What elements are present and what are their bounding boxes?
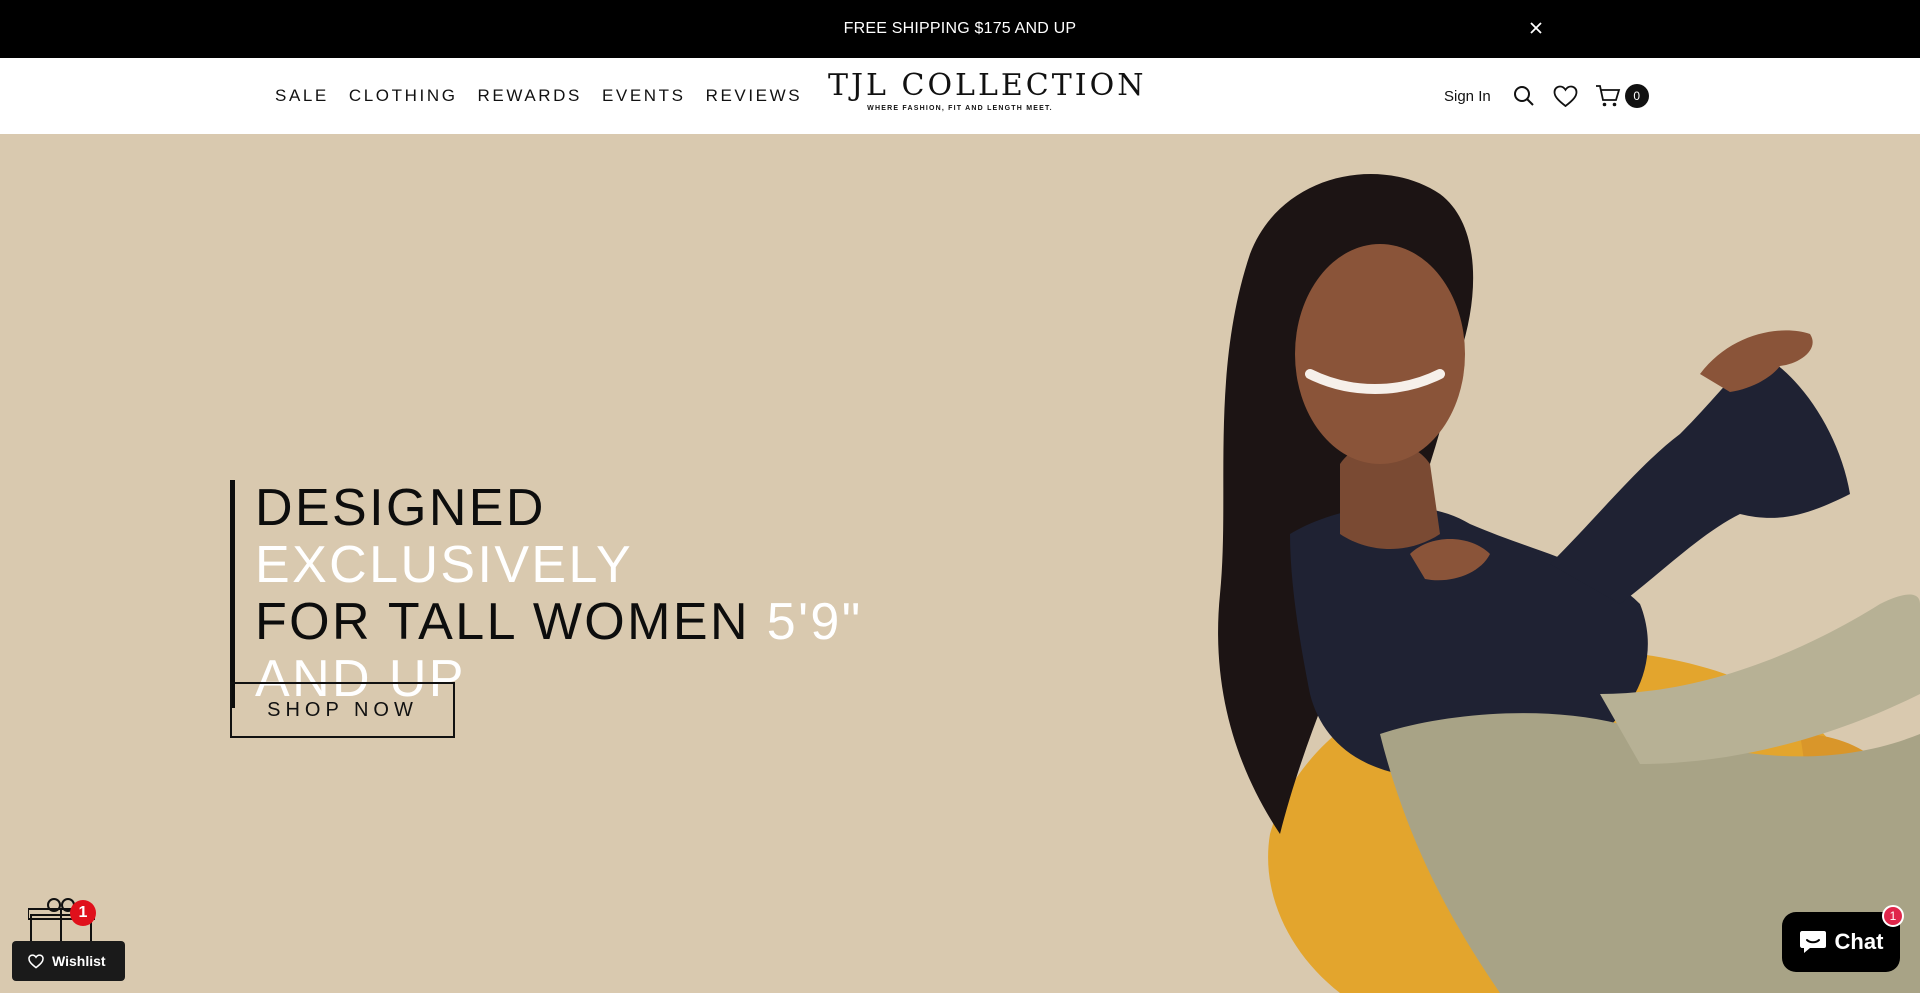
nav-item-clothing[interactable]: CLOTHING bbox=[349, 86, 458, 106]
shop-now-button[interactable]: SHOP NOW bbox=[230, 682, 455, 738]
close-icon[interactable] bbox=[1526, 18, 1546, 38]
announcement-text: FREE SHIPPING $175 AND UP bbox=[843, 20, 1077, 37]
nav-item-rewards[interactable]: REWARDS bbox=[478, 86, 582, 106]
headline-part: FOR TALL WOMEN bbox=[255, 593, 767, 651]
hero-banner: DESIGNED EXCLUSIVELY FOR TALL WOMEN 5'9"… bbox=[0, 134, 1920, 993]
logo-wordmark: TJL COLLECTION bbox=[828, 68, 1147, 103]
nav-item-sale[interactable]: SALE bbox=[275, 86, 329, 106]
wishlist-button[interactable]: Wishlist bbox=[12, 941, 125, 981]
header-actions: Sign In 0 bbox=[1444, 58, 1649, 134]
chat-bubble-icon bbox=[1799, 931, 1826, 953]
headline-part: 5'9" bbox=[766, 593, 863, 651]
hero-headline-block: DESIGNED EXCLUSIVELY FOR TALL WOMEN 5'9"… bbox=[230, 480, 870, 708]
cart-button[interactable]: 0 bbox=[1595, 84, 1649, 108]
site-logo[interactable]: TJL COLLECTION WHERE FASHION, FIT AND LE… bbox=[828, 68, 1147, 124]
chat-label: Chat bbox=[1834, 929, 1884, 954]
hero-model-image bbox=[1218, 174, 1920, 993]
search-icon[interactable] bbox=[1511, 83, 1537, 109]
site-header: SALE CLOTHING REWARDS EVENTS REVIEWS TJL… bbox=[0, 58, 1920, 134]
sign-in-link[interactable]: Sign In bbox=[1444, 88, 1491, 105]
nav-item-reviews[interactable]: REVIEWS bbox=[706, 86, 803, 106]
logo-tagline: WHERE FASHION, FIT AND LENGTH MEET. bbox=[867, 105, 1053, 112]
headline-part: EXCLUSIVELY bbox=[255, 536, 634, 594]
headline-part: DESIGNED bbox=[255, 479, 546, 537]
cart-count-badge: 0 bbox=[1624, 84, 1649, 108]
heart-icon bbox=[28, 953, 44, 969]
gift-count-badge: 1 bbox=[70, 900, 96, 926]
main-nav: SALE CLOTHING REWARDS EVENTS REVIEWS bbox=[275, 58, 802, 134]
cart-icon bbox=[1595, 85, 1620, 107]
announcement-bar: FREE SHIPPING $175 AND UP bbox=[0, 0, 1920, 58]
heart-icon[interactable] bbox=[1553, 83, 1579, 109]
wishlist-label: Wishlist bbox=[52, 953, 106, 969]
chat-notification-badge: 1 bbox=[1882, 905, 1904, 927]
hero-headline: DESIGNED EXCLUSIVELY FOR TALL WOMEN 5'9"… bbox=[255, 480, 870, 708]
nav-item-events[interactable]: EVENTS bbox=[602, 86, 686, 106]
